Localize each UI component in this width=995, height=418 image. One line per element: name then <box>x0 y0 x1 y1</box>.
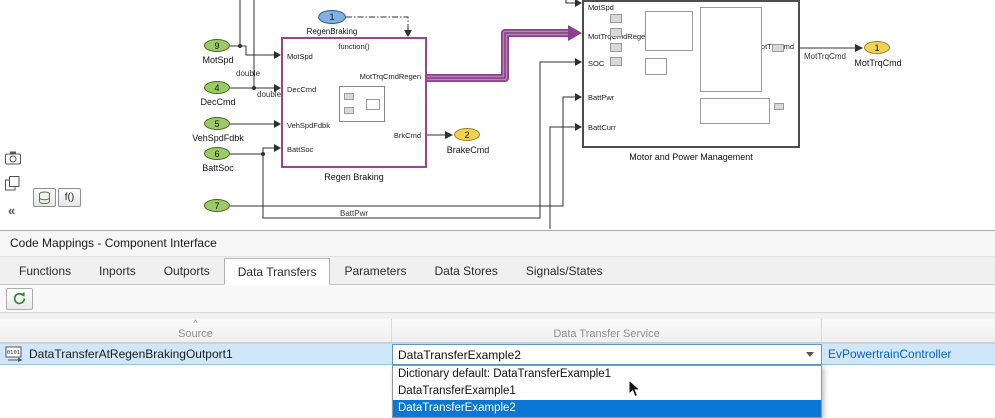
wire-label-mottrqcmd: MotTrqCmd <box>804 52 846 61</box>
inport-motspd-label: MotSpd <box>182 55 254 65</box>
tab-parameters[interactable]: Parameters <box>330 257 420 284</box>
data-transfer-icon: 0101 <box>5 346 24 362</box>
refresh-icon <box>12 291 27 306</box>
inport-vehspdfdbk-label: VehSpdFdbk <box>182 133 254 143</box>
tab-bar: Functions Inports Outports Data Transfer… <box>0 257 995 285</box>
inport-regenbraking-label: RegenBraking <box>294 27 370 36</box>
fn-badge-label: f() <box>65 192 74 203</box>
sort-asc-icon: ^ <box>193 319 197 328</box>
tab-inports[interactable]: Inports <box>85 257 150 284</box>
regen-port-motspd: MotSpd <box>287 52 313 61</box>
regen-braking-caption: Regen Braking <box>281 172 427 182</box>
tab-functions[interactable]: Functions <box>5 257 85 284</box>
function-trigger-label: function() <box>283 42 425 51</box>
dropdown-item-example2[interactable]: DataTransferExample2 <box>393 400 821 417</box>
source-cell: 0101 DataTransferAtRegenBrakingOutport1 <box>0 346 392 362</box>
model-data-badge-button[interactable] <box>33 188 56 207</box>
column-header-blank[interactable] <box>822 319 995 342</box>
motor-power-management-subsystem[interactable]: MotSpd MotTrqCmdRegen SOC BattPwr BattCu… <box>582 0 800 148</box>
model-canvas[interactable]: « f() 1 RegenBraking 9 MotSpd 4 DecCmd 5 <box>0 0 995 230</box>
inport-regenbraking[interactable]: 1 <box>318 10 346 24</box>
simulink-window: « f() 1 RegenBraking 9 MotSpd 4 DecCmd 5 <box>0 0 995 417</box>
panel-toolbar <box>0 285 995 313</box>
tab-data-transfers[interactable]: Data Transfers <box>224 258 331 285</box>
regen-braking-subsystem[interactable]: function() MotSpd DecCmd VehSpdFdbk Batt… <box>281 37 427 168</box>
tab-outports[interactable]: Outports <box>150 257 224 284</box>
inport-deccmd[interactable]: 4 <box>204 81 230 94</box>
update-code-mappings-button[interactable] <box>6 288 33 310</box>
service-dropdown: Dictionary default: DataTransferExample1… <box>392 365 822 418</box>
inport-motspd[interactable]: 9 <box>204 39 230 52</box>
collapse-panel-icon[interactable]: « <box>8 203 15 218</box>
tab-data-stores[interactable]: Data Stores <box>420 257 511 284</box>
component-link[interactable]: EvPowertrainController <box>828 347 951 361</box>
regen-port-vehspdfdbk: VehSpdFdbk <box>287 121 330 130</box>
simulink-functions-badge-button[interactable]: f() <box>58 188 81 207</box>
outport-mottrqcmd-label: MotTrqCmd <box>842 58 914 68</box>
outport-brakecmd[interactable]: 2 <box>454 128 480 141</box>
motor-port-motspd: MotSpd <box>588 3 614 12</box>
highlighted-signal[interactable] <box>427 33 568 78</box>
dropdown-item-example1[interactable]: DataTransferExample1 <box>393 383 821 400</box>
inport-vehspdfdbk[interactable]: 5 <box>204 117 230 130</box>
motor-port-battcurr: BattCurr <box>588 123 616 132</box>
chevron-down-icon <box>806 352 814 357</box>
table-row[interactable]: 0101 DataTransferAtRegenBrakingOutport1 … <box>0 343 995 365</box>
regen-port-deccmd: DecCmd <box>287 85 316 94</box>
motor-port-battpwr: BattPwr <box>588 93 614 102</box>
regen-port-mottrqcmdregen: MotTrqCmdRegen <box>360 72 421 81</box>
inport-regenbraking-number: 1 <box>329 12 334 22</box>
data-transfer-service-combobox[interactable]: DataTransferExample2 <box>392 344 822 365</box>
motor-power-management-caption: Motor and Power Management <box>582 152 800 162</box>
wire-label-double-2: double <box>257 90 281 99</box>
regen-port-brkcmd: BrkCmd <box>394 131 421 140</box>
mouse-cursor <box>628 379 642 399</box>
database-icon <box>38 191 51 205</box>
regen-port-battsoc: BattSoc <box>287 145 313 154</box>
outport-brakecmd-label: BrakeCmd <box>432 145 504 155</box>
inport-battsoc[interactable]: 6 <box>204 147 230 160</box>
copy-icon[interactable] <box>4 175 21 192</box>
inport-deccmd-label: DecCmd <box>182 97 254 107</box>
dropdown-item-dictionary-default[interactable]: Dictionary default: DataTransferExample1 <box>393 366 821 383</box>
combo-value: DataTransferExample2 <box>398 348 521 362</box>
column-header-service[interactable]: Data Transfer Service <box>392 319 822 342</box>
table-header: ^ Source Data Transfer Service <box>0 319 995 343</box>
outport-mottrqcmd[interactable]: 1 <box>864 41 890 54</box>
svg-text:0101: 0101 <box>7 350 20 356</box>
regen-subsystem-preview <box>339 86 385 122</box>
code-mappings-panel: Code Mappings - Component Interface Func… <box>0 230 995 417</box>
motor-port-soc: SOC <box>588 59 604 68</box>
column-header-source[interactable]: ^ Source <box>0 319 392 342</box>
tab-signals-states[interactable]: Signals/States <box>512 257 617 284</box>
source-name: DataTransferAtRegenBrakingOutport1 <box>29 347 233 361</box>
wire-label-battpwr: BattPwr <box>340 209 368 218</box>
inport-battsoc-label: BattSoc <box>182 163 254 173</box>
wire-label-double-1: double <box>236 69 260 78</box>
inport-battpwr[interactable]: 7 <box>204 199 230 212</box>
panel-title: Code Mappings - Component Interface <box>0 231 995 257</box>
screenshot-icon[interactable] <box>4 150 22 166</box>
signal-wires <box>0 0 995 229</box>
component-cell: EvPowertrainController <box>822 347 951 361</box>
